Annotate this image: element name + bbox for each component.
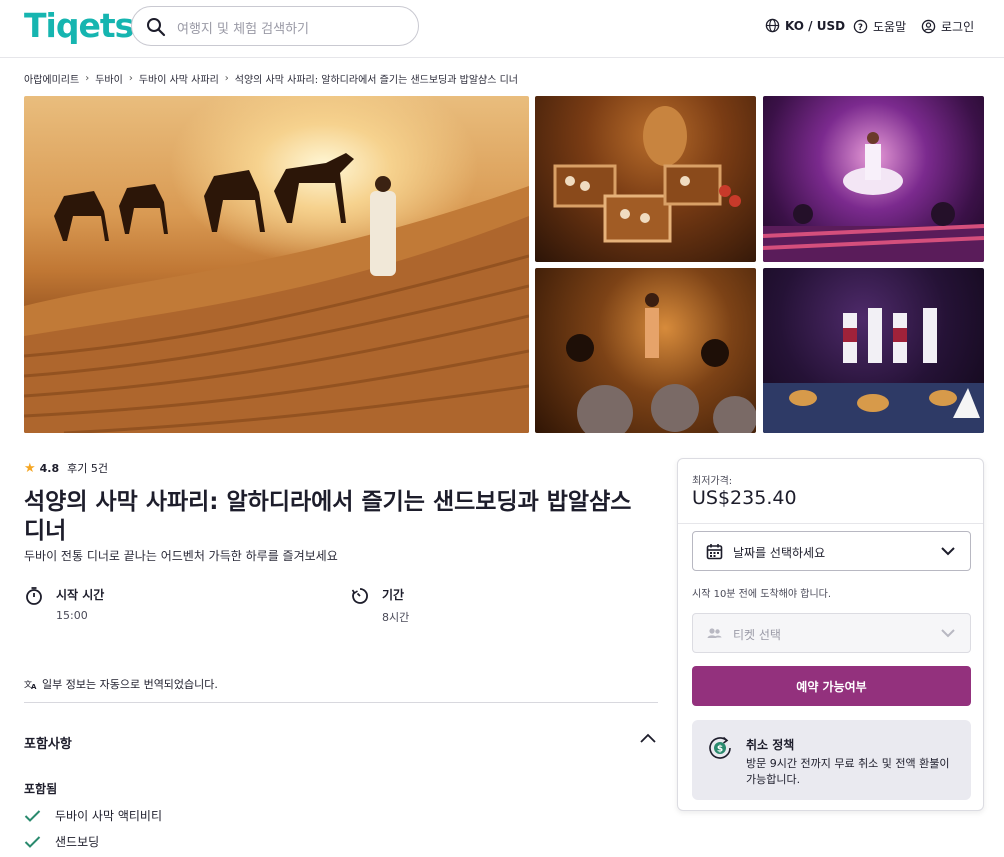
breadcrumb: 아랍에미리트 › 두바이 › 두바이 사막 사파리 › 석양의 사막 사파리: … [24,71,518,86]
search-placeholder: 여행지 및 체험 검색하기 [177,22,309,37]
card-divider [678,523,983,524]
timer-icon [351,588,368,604]
refund-icon: $ [709,736,731,759]
check-availability-button[interactable]: 예약 가능여부 [692,666,971,706]
gallery-main-image[interactable] [24,96,529,433]
booking-card: 최저가격: US$235.40 날짜를 선택하세요 시작 10분 전에 도착해야… [677,458,984,811]
list-item: 두바이 사막 액티비티 [24,807,162,824]
language-currency-button[interactable]: KO / USD [765,18,845,33]
help-label: 도움말 [873,20,907,34]
people-icon [707,628,722,638]
search-icon [147,18,166,37]
price: US$235.40 [692,487,797,509]
from-price-label: 최저가격: [692,476,733,487]
cancellation-policy: $ 취소 정책 방문 9시간 전까지 무료 취소 및 전액 환불이 가능합니다. [692,720,971,800]
breadcrumb-item[interactable]: 두바이 사막 사파리 [139,71,219,86]
translate-icon: 文A [24,679,37,690]
breadcrumb-item[interactable]: 아랍에미리트 [24,71,79,86]
chevron-right-icon: › [128,73,133,84]
gallery-image-dancer[interactable] [763,96,984,262]
breadcrumb-item[interactable]: 두바이 [95,71,123,86]
policy-title: 취소 정책 [746,738,795,752]
chevron-down-icon [941,547,955,556]
chevron-down-icon [941,629,955,638]
calendar-icon [706,544,723,560]
translation-notice: 文A 일부 정보는 자동으로 번역되었습니다. [24,676,218,692]
stopwatch-icon [26,587,42,605]
page-title: 석양의 사막 사파리: 알하디라에서 즐기는 샌드보딩과 밥알샴스 디너 [24,489,632,544]
chevron-right-icon: › [224,73,229,84]
inclusions-heading[interactable]: 포함사항 [24,733,72,752]
duration: 기간 8시간 [350,584,409,625]
user-icon [921,19,936,34]
dancer-show-illustration [763,132,984,262]
ticket-select[interactable]: 티켓 선택 [692,613,971,653]
svg-text:A: A [31,683,37,690]
search-bar[interactable]: 여행지 및 체험 검색하기 [131,6,419,46]
tiqets-logo[interactable]: Tiqets [24,6,134,45]
start-time-value: 15:00 [56,609,88,622]
duration-label: 기간 [382,588,405,602]
help-icon: ? [853,19,868,34]
reviews-link[interactable]: 후기 5건 [67,460,108,476]
check-icon [24,835,41,848]
arrival-note: 시작 10분 전에 도착해야 합니다. [692,589,832,600]
policy-text: 방문 9시간 전까지 무료 취소 및 전액 환불이 가능합니다. [746,757,950,786]
section-divider [24,702,658,703]
chevron-up-icon[interactable] [639,731,657,745]
svg-text:$: $ [717,745,723,755]
list-item: 샌드보딩 [24,833,99,850]
star-icon: ★ [24,460,36,476]
page-subtitle: 두바이 전통 디너로 끝나는 어드벤처 가득한 하루를 즐겨보세요 [24,549,338,563]
login-label: 로그인 [941,20,975,34]
login-button[interactable]: 로그인 [921,18,974,35]
gallery-image-belly-dance[interactable] [535,268,756,433]
lang-currency-label: KO / USD [785,18,846,33]
site-header: Tiqets 여행지 및 체험 검색하기 KO / USD ? 도움말 로그인 [0,0,1004,58]
check-icon [24,809,41,822]
start-time: 시작 시간 15:00 [24,584,104,622]
translation-notice-text: 일부 정보는 자동으로 번역되었습니다. [42,678,218,691]
start-time-label: 시작 시간 [56,588,105,602]
globe-icon [765,18,780,33]
duration-value: 8시간 [382,611,410,624]
included-subheading: 포함됨 [24,782,58,796]
breadcrumb-current: 석양의 사막 사파리: 알하디라에서 즐기는 샌드보딩과 밥알샴스 디너 [234,75,519,86]
svg-text:?: ? [858,22,863,32]
gallery-image-folk-dance[interactable] [763,268,984,433]
gallery-image-buffet[interactable] [535,96,756,262]
desert-scene-illustration [24,153,529,433]
included-item-label: 샌드보딩 [55,835,100,849]
ticket-select-label: 티켓 선택 [733,628,781,642]
included-item-label: 두바이 사막 액티비티 [55,809,162,823]
buffet-illustration [553,106,741,243]
folk-dance-illustration [763,308,984,433]
help-button[interactable]: ? 도움말 [853,18,906,35]
date-select-label: 날짜를 선택하세요 [733,546,826,560]
rating: ★ 4.8 후기 5건 [24,460,108,476]
date-select[interactable]: 날짜를 선택하세요 [692,531,971,571]
belly-dance-illustration [566,293,756,433]
chevron-right-icon: › [85,73,90,84]
rating-score: 4.8 [39,461,60,475]
